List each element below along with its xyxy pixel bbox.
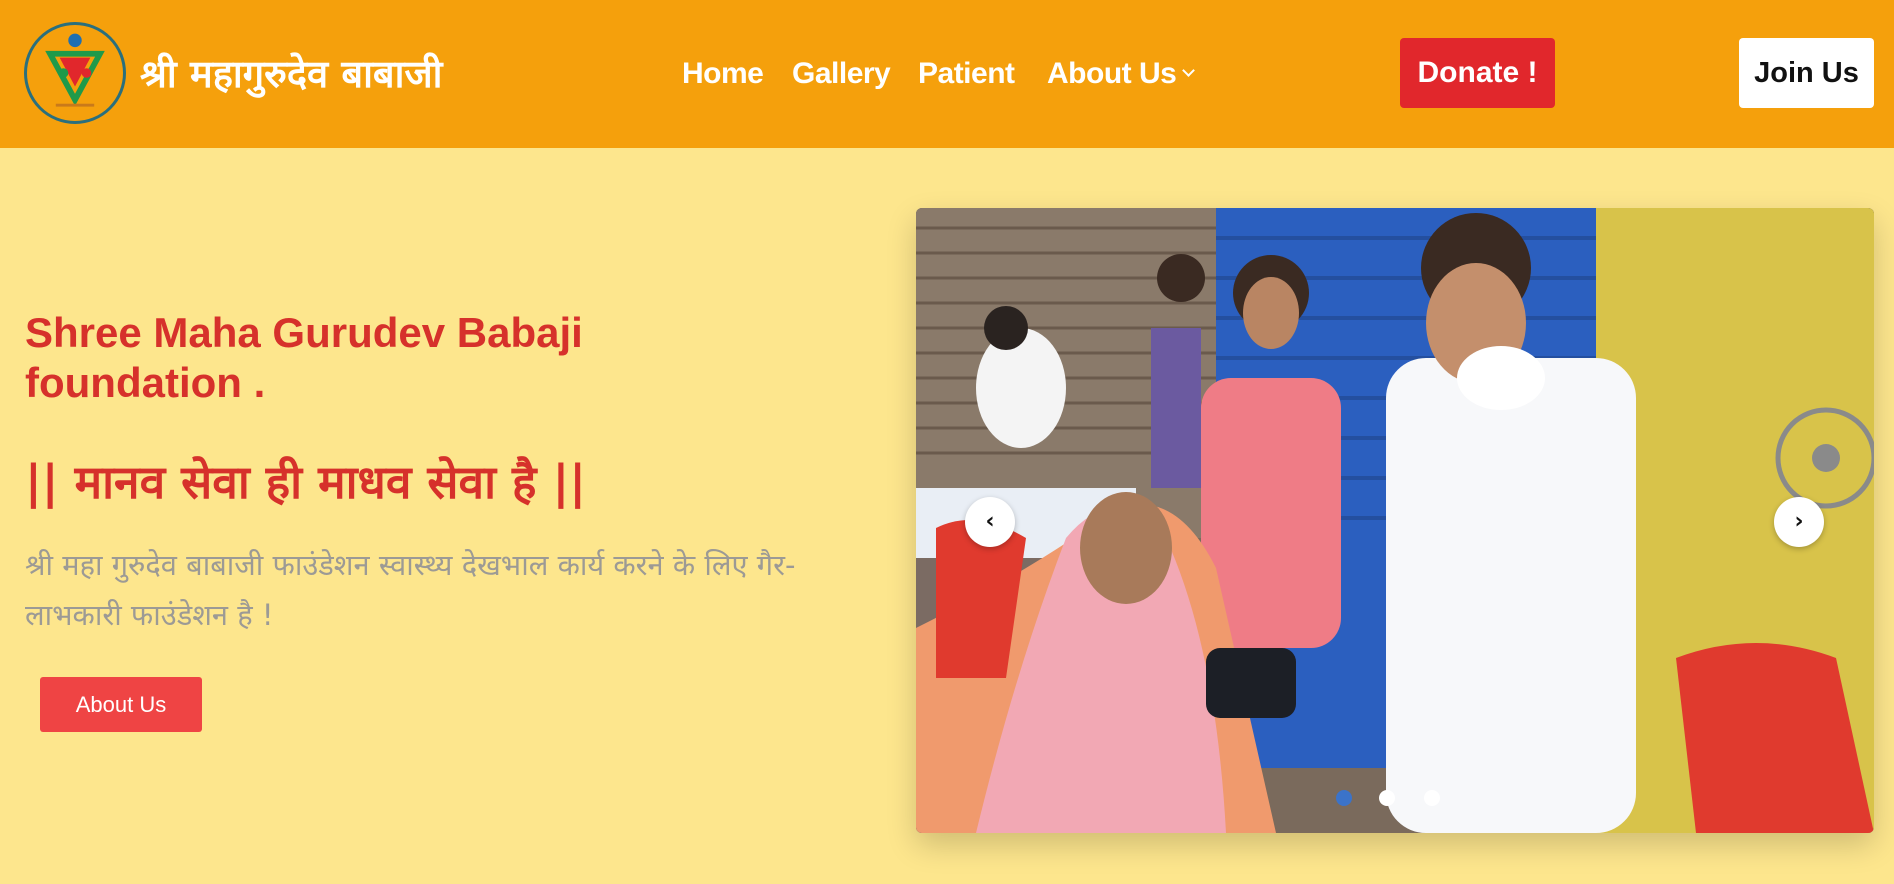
carousel-next-button[interactable]: › bbox=[1774, 497, 1824, 547]
chevron-right-icon: › bbox=[1794, 509, 1804, 534]
nav-gallery[interactable]: Gallery bbox=[792, 52, 891, 96]
donate-button[interactable]: Donate ! bbox=[1400, 38, 1555, 108]
carousel-dot-2[interactable] bbox=[1379, 790, 1395, 806]
hero-description: श्री महा गुरुदेव बाबाजी फाउंडेशन स्वास्थ… bbox=[25, 548, 796, 632]
nav-about-us-label: About Us bbox=[1047, 57, 1177, 90]
carousel-prev-button[interactable]: ‹ bbox=[965, 497, 1015, 547]
carousel-indicators bbox=[916, 790, 1874, 810]
hero-motto: || मानव सेवा ही माधव सेवा है || bbox=[25, 455, 587, 509]
nav-patient[interactable]: Patient bbox=[918, 52, 1015, 96]
nav-about-us[interactable]: About Us bbox=[1047, 52, 1196, 96]
join-us-button[interactable]: Join Us bbox=[1739, 38, 1874, 108]
carousel-dot-1[interactable] bbox=[1336, 790, 1352, 806]
nav-home[interactable]: Home bbox=[682, 52, 764, 96]
image-carousel[interactable]: ‹ › bbox=[916, 208, 1874, 833]
logo-emblem-icon bbox=[28, 26, 122, 120]
site-header: श्री महागुरुदेव बाबाजी Home Gallery Pati… bbox=[0, 0, 1894, 148]
foundation-logo[interactable] bbox=[24, 22, 126, 124]
chevron-down-icon bbox=[1182, 64, 1196, 77]
about-us-button[interactable]: About Us bbox=[40, 677, 202, 732]
carousel-dot-3[interactable] bbox=[1424, 790, 1440, 806]
site-brand-name[interactable]: श्री महागुरुदेव बाबाजी bbox=[140, 44, 443, 104]
hero-title: Shree Maha Gurudev Babaji foundation . bbox=[25, 309, 583, 406]
carousel-slide-photo bbox=[916, 208, 1874, 833]
chevron-left-icon: ‹ bbox=[985, 509, 995, 534]
